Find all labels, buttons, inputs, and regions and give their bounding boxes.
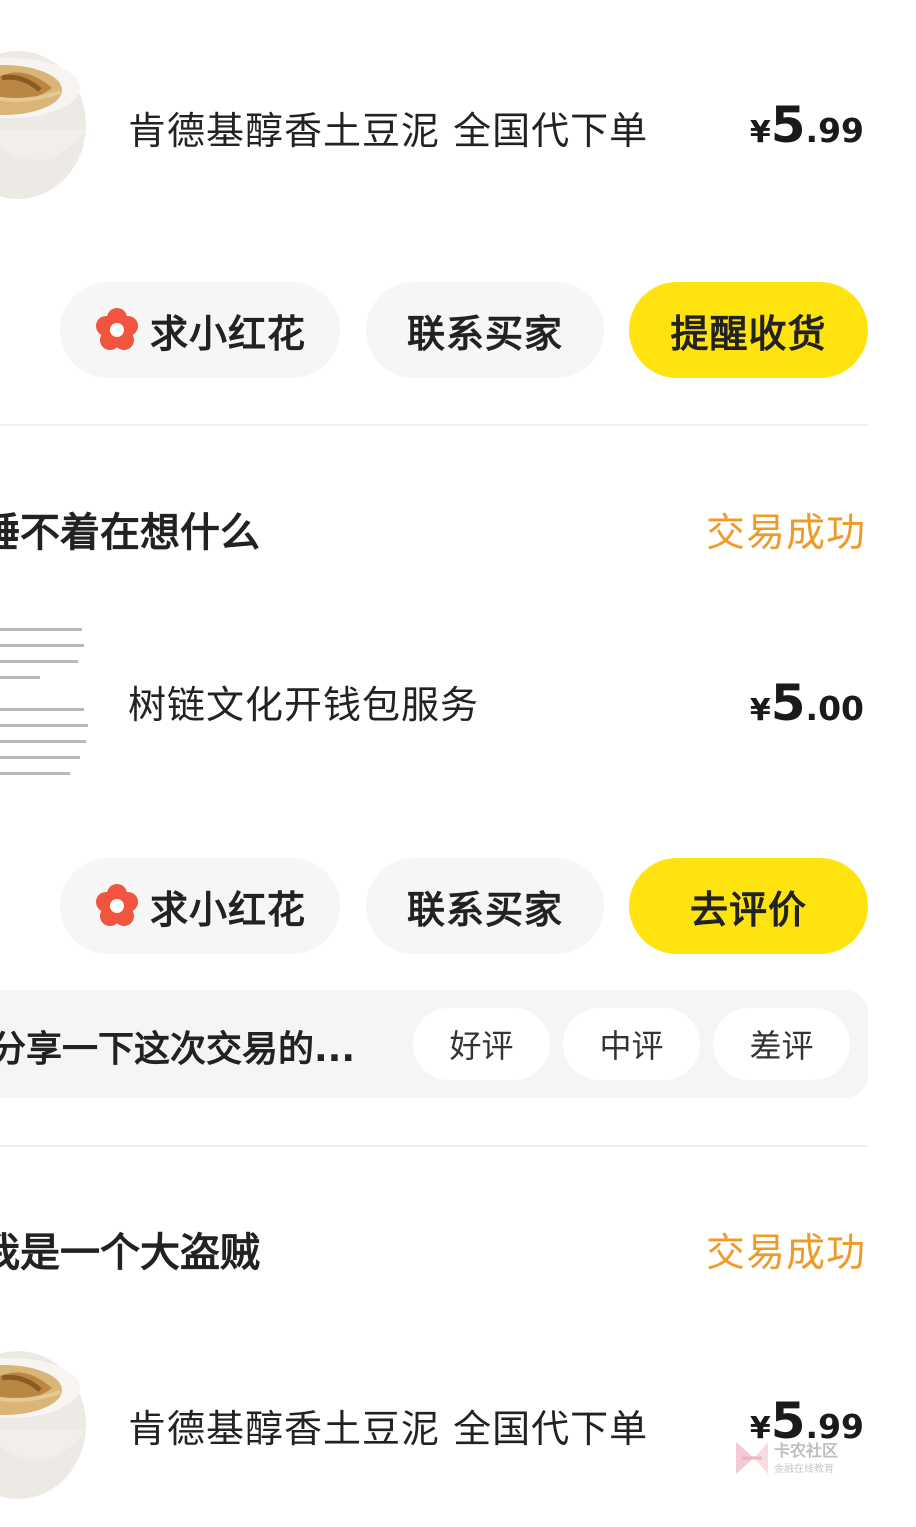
product-title: 树链文化开钱包服务 [128,683,480,727]
potato-bowl-thumbnail[interactable] [0,1330,105,1510]
contact-buyer-button[interactable]: 联系买家 [366,858,604,954]
write-review-button[interactable]: 去评价 [629,858,868,954]
document-thumbnail[interactable] [0,610,100,810]
shop-name[interactable]: 我是一个大盗贼 [0,1220,260,1278]
review-good-chip[interactable]: 好评 [413,1008,550,1080]
shop-name[interactable]: 睡不着在想什么 [0,500,260,558]
watermark-logo: 卡农社区 金融在线教育 [736,1441,838,1475]
ask-flower-button[interactable]: 求小红花 [60,282,340,378]
order-status: 交易成功 [705,511,866,556]
order-1-product-row[interactable]: 肯德基醇香土豆泥 全国代下单 ¥5.99 [0,30,916,220]
remind-receipt-button[interactable]: 提醒收货 [629,282,868,378]
svg-text:卡农社区: 卡农社区 [774,1441,838,1460]
product-title: 肯德基醇香土豆泥 全国代下单 [128,1407,649,1451]
product-price: ¥5.00 [749,674,864,732]
ask-flower-label: 求小红花 [149,311,306,356]
review-neutral-chip[interactable]: 中评 [563,1008,700,1080]
flower-icon [95,884,138,926]
order-status: 交易成功 [705,1231,866,1276]
contact-buyer-button[interactable]: 联系买家 [366,282,604,378]
order-divider [0,424,868,426]
product-title: 肯德基醇香土豆泥 全国代下单 [128,109,649,153]
review-prompt[interactable]: 分享一下这次交易的... [0,1020,355,1072]
order-2-product-row[interactable]: 树链文化开钱包服务 ¥5.00 [0,610,916,810]
potato-bowl-thumbnail[interactable] [0,30,105,210]
ask-flower-label: 求小红花 [149,887,306,932]
order-list-page: 肯德基醇香土豆泥 全国代下单 ¥5.99 求小红花 联系买家 提醒收货 睡不着在… [0,0,916,1527]
quick-review-bar: 分享一下这次交易的... 好评 中评 差评 [0,990,868,1098]
review-bad-chip[interactable]: 差评 [713,1008,850,1080]
ask-flower-button[interactable]: 求小红花 [60,858,340,954]
order-3-product-row[interactable]: 肯德基醇香土豆泥 全国代下单 ¥5.99 [0,1330,916,1520]
svg-text:金融在线教育: 金融在线教育 [774,1462,834,1475]
order-divider [0,1145,868,1147]
product-price: ¥5.99 [749,96,864,154]
flower-icon [95,308,138,350]
